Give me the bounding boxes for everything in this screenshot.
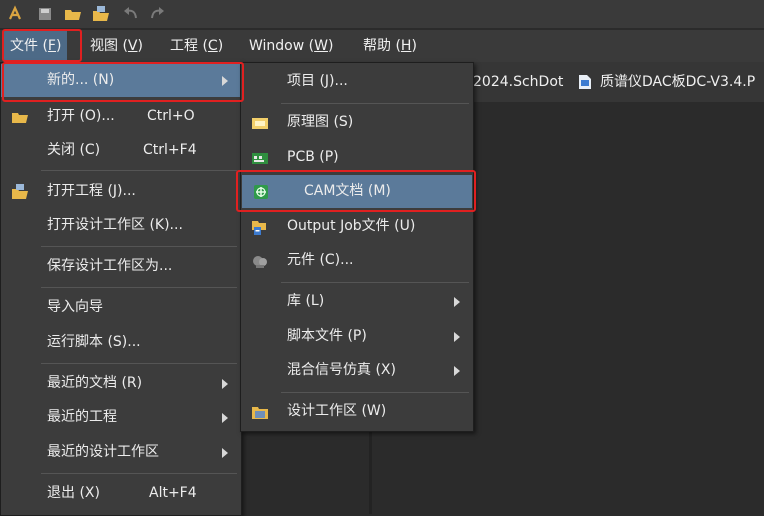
app-logo-icon[interactable] bbox=[6, 5, 24, 23]
open-project-icon[interactable] bbox=[92, 5, 110, 23]
pcb-icon bbox=[252, 153, 268, 164]
menu-item-open-workspace[interactable]: 打开设计工作区 (K)... bbox=[1, 209, 241, 242]
menu-item-import-wizard[interactable]: 导入向导 bbox=[1, 291, 241, 324]
menu-help[interactable]: 帮助 (H) bbox=[357, 30, 423, 62]
menu-item-exit[interactable]: 退出 (X) Alt+F4 bbox=[1, 477, 241, 510]
submenu-item-schematic-label: 原理图 (S) bbox=[287, 114, 354, 130]
document-icon bbox=[579, 75, 591, 89]
menu-window[interactable]: Window (W) bbox=[243, 30, 339, 62]
menu-window-end: ) bbox=[327, 38, 334, 54]
menu-separator bbox=[41, 473, 237, 474]
submenu-item-schematic[interactable]: 原理图 (S) bbox=[241, 106, 473, 139]
menu-separator bbox=[41, 287, 237, 288]
save-all-icon[interactable] bbox=[36, 5, 54, 23]
submenu-arrow-icon bbox=[454, 366, 460, 376]
undo-icon[interactable] bbox=[122, 5, 140, 23]
menu-project-end: ) bbox=[217, 38, 224, 54]
submenu-item-script-file[interactable]: 脚本文件 (P) bbox=[241, 320, 473, 353]
menu-separator bbox=[41, 170, 237, 171]
submenu-item-design-workspace[interactable]: 设计工作区 (W) bbox=[241, 395, 473, 428]
submenu-arrow-icon bbox=[222, 448, 228, 458]
menu-view[interactable]: 视图 (V) bbox=[84, 30, 149, 62]
submenu-item-output-job-label: Output Job文件 (U) bbox=[287, 218, 416, 234]
menu-item-import-wizard-label: 导入向导 bbox=[47, 299, 103, 315]
file-menu: 新的... (N) 打开 (O)... Ctrl+O 关闭 (C) Ctrl+F… bbox=[0, 62, 242, 516]
annotation-cam-document bbox=[236, 170, 476, 212]
submenu-item-mixed-signal-sim-label: 混合信号仿真 (X) bbox=[287, 362, 396, 378]
menu-separator bbox=[281, 103, 469, 104]
submenu-item-script-file-label: 脚本文件 (P) bbox=[287, 328, 367, 344]
menu-item-open-workspace-label: 打开设计工作区 (K)... bbox=[47, 217, 183, 233]
menu-view-key: V bbox=[127, 38, 138, 54]
menu-help-key: H bbox=[400, 38, 412, 54]
menu-item-recent-documents[interactable]: 最近的文档 (R) bbox=[1, 367, 241, 400]
tab-pcb-project-label: 质谱仪DAC板DC-V3.4.P bbox=[600, 74, 756, 90]
toolbar bbox=[0, 0, 764, 28]
menu-item-exit-shortcut: Alt+F4 bbox=[149, 485, 197, 501]
submenu-item-library[interactable]: 库 (L) bbox=[241, 285, 473, 318]
menu-item-recent-workspaces-label: 最近的设计工作区 bbox=[47, 444, 159, 460]
submenu-item-project-label: 项目 (J)... bbox=[287, 73, 348, 89]
submenu-arrow-icon bbox=[222, 413, 228, 423]
menu-item-save-workspace-as[interactable]: 保存设计工作区为... bbox=[1, 250, 241, 283]
menu-item-recent-workspaces[interactable]: 最近的设计工作区 bbox=[1, 436, 241, 469]
menu-item-save-workspace-as-label: 保存设计工作区为... bbox=[47, 258, 173, 274]
menu-window-label: Window ( bbox=[249, 38, 315, 54]
menu-help-end: ) bbox=[411, 38, 417, 54]
open-folder-icon[interactable] bbox=[64, 5, 82, 23]
redo-icon[interactable] bbox=[148, 5, 166, 23]
menu-window-key: W bbox=[314, 38, 328, 54]
open-project-icon bbox=[12, 184, 28, 199]
menu-item-recent-projects[interactable]: 最近的工程 bbox=[1, 401, 241, 434]
open-folder-icon bbox=[12, 113, 28, 123]
menu-view-label: 视图 ( bbox=[90, 38, 128, 54]
menubar: 文件 (F) 视图 (V) 工程 (C) Window (W) 帮助 (H) bbox=[0, 30, 764, 62]
annotation-file-menu bbox=[2, 29, 82, 62]
menu-item-recent-documents-label: 最近的文档 (R) bbox=[47, 375, 143, 391]
menu-item-exit-label: 退出 (X) bbox=[47, 485, 100, 501]
menu-item-open-label: 打开 (O)... bbox=[47, 108, 115, 124]
submenu-item-mixed-signal-sim[interactable]: 混合信号仿真 (X) bbox=[241, 354, 473, 387]
menu-separator bbox=[41, 363, 237, 364]
menu-item-open-project[interactable]: 打开工程 (J)... bbox=[1, 175, 241, 208]
submenu-item-project[interactable]: 项目 (J)... bbox=[241, 65, 473, 98]
submenu-item-component-label: 元件 (C)... bbox=[287, 252, 354, 268]
submenu-arrow-icon bbox=[454, 332, 460, 342]
submenu-item-output-job[interactable]: Output Job文件 (U) bbox=[241, 210, 473, 243]
menu-project-label: 工程 ( bbox=[170, 38, 208, 54]
menu-project[interactable]: 工程 (C) bbox=[164, 30, 229, 62]
component-icon bbox=[253, 256, 267, 268]
tab-pcb-project[interactable]: 质谱仪DAC板DC-V3.4.P bbox=[600, 62, 755, 102]
new-submenu: 项目 (J)... 原理图 (S) PCB (P) CAM文档 (M) Outp… bbox=[240, 62, 474, 432]
output-job-icon bbox=[252, 221, 266, 235]
menu-separator bbox=[281, 282, 469, 283]
menu-project-key: C bbox=[207, 38, 218, 54]
menu-help-label: 帮助 ( bbox=[363, 38, 401, 54]
tab-schdot[interactable]: 2024.SchDot bbox=[473, 62, 563, 102]
menu-separator bbox=[281, 392, 469, 393]
annotation-new-item bbox=[2, 62, 244, 102]
menu-item-open[interactable]: 打开 (O)... Ctrl+O bbox=[1, 100, 241, 133]
submenu-arrow-icon bbox=[222, 379, 228, 389]
submenu-item-library-label: 库 (L) bbox=[287, 293, 325, 309]
menu-view-end: ) bbox=[137, 38, 143, 54]
menu-item-close[interactable]: 关闭 (C) Ctrl+F4 bbox=[1, 134, 241, 167]
menu-item-run-script-label: 运行脚本 (S)... bbox=[47, 334, 141, 350]
menu-item-recent-projects-label: 最近的工程 bbox=[47, 409, 117, 425]
menu-separator bbox=[41, 246, 237, 247]
menu-item-run-script[interactable]: 运行脚本 (S)... bbox=[1, 326, 241, 359]
tab-schdot-label: 2024.SchDot bbox=[473, 74, 564, 90]
menu-item-open-shortcut: Ctrl+O bbox=[147, 108, 195, 124]
menu-item-close-shortcut: Ctrl+F4 bbox=[143, 142, 197, 158]
submenu-arrow-icon bbox=[454, 297, 460, 307]
submenu-item-design-workspace-label: 设计工作区 (W) bbox=[287, 403, 387, 419]
submenu-item-component[interactable]: 元件 (C)... bbox=[241, 244, 473, 277]
menu-item-open-project-label: 打开工程 (J)... bbox=[47, 183, 136, 199]
schematic-icon bbox=[252, 118, 268, 129]
design-workspace-icon bbox=[252, 407, 268, 419]
menu-item-close-label: 关闭 (C) bbox=[47, 142, 101, 158]
